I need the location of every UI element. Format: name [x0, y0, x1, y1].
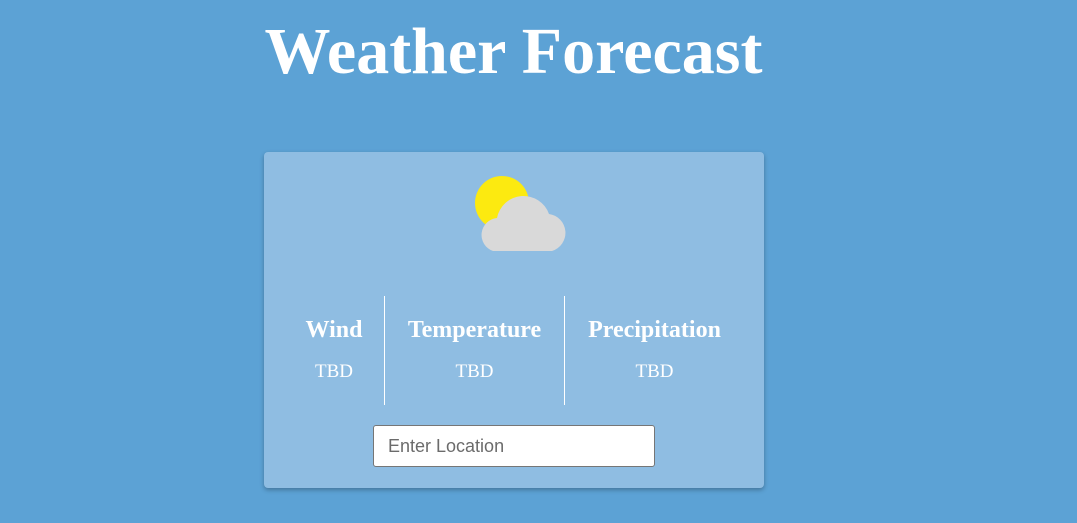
- location-input[interactable]: [373, 425, 655, 467]
- precipitation-label: Precipitation: [588, 317, 721, 343]
- weather-stats: Wind TBD Temperature TBD Precipitation T…: [284, 296, 744, 405]
- page-title: Weather Forecast: [264, 15, 763, 88]
- wind-value: TBD: [315, 361, 353, 382]
- weather-app: Weather Forecast Wind TBD Temperature TB…: [0, 0, 1077, 523]
- stat-temperature: Temperature TBD: [385, 296, 564, 405]
- wind-label: Wind: [305, 317, 363, 343]
- temperature-value: TBD: [455, 361, 494, 382]
- weather-card: Wind TBD Temperature TBD Precipitation T…: [264, 152, 764, 488]
- partly-cloudy-icon: [475, 176, 566, 251]
- stat-wind: Wind TBD: [284, 296, 384, 405]
- temperature-label: Temperature: [407, 317, 542, 343]
- stat-precipitation: Precipitation TBD: [565, 296, 744, 405]
- precipitation-value: TBD: [635, 361, 674, 382]
